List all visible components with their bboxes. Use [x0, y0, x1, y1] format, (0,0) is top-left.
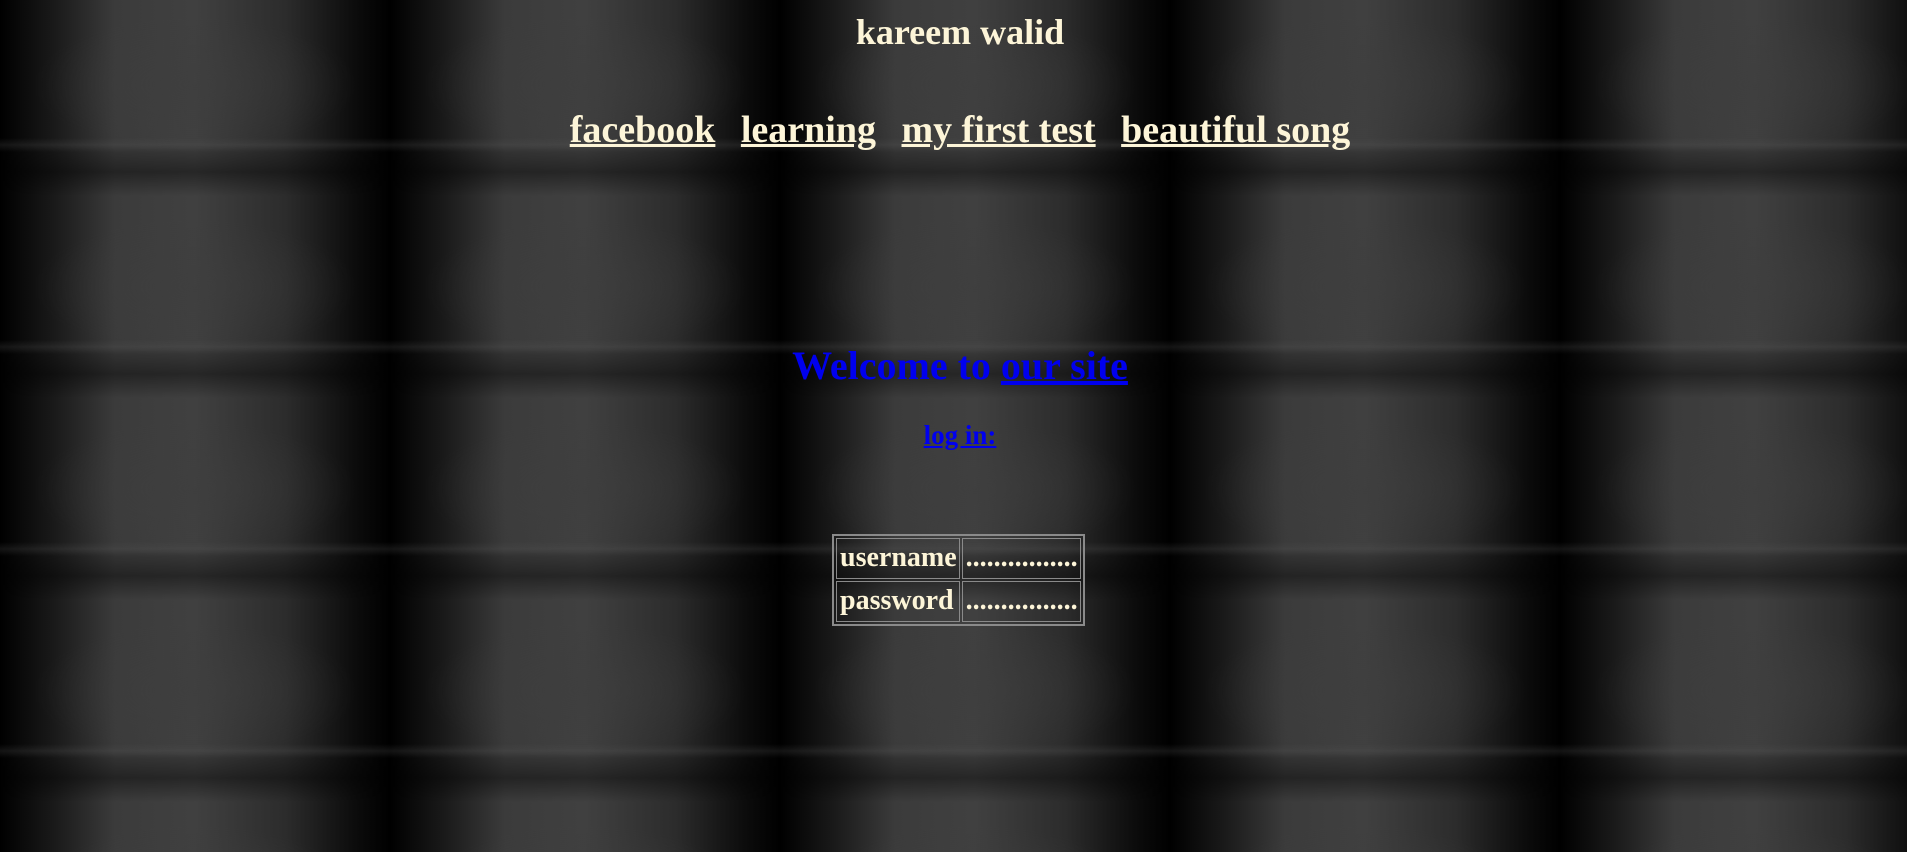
our-site-link[interactable]: our site — [1001, 343, 1128, 388]
password-label: password — [836, 581, 960, 622]
login-table: username ................ password .....… — [832, 534, 1085, 626]
welcome-heading: Welcome to our site — [0, 340, 1907, 392]
table-row: username ................ — [836, 538, 1081, 579]
nav-link-beautiful-song[interactable]: beautiful song — [1121, 109, 1350, 151]
nav-link-facebook[interactable]: facebook — [570, 109, 716, 151]
username-label: username — [836, 538, 960, 579]
site-title: kareem walid — [855, 12, 1065, 52]
welcome-text: Welcome to — [792, 343, 1001, 388]
username-field[interactable]: ................ — [961, 538, 1081, 579]
nav-link-my-first-test[interactable]: my first test — [902, 109, 1096, 151]
login-link[interactable]: log in: — [924, 420, 997, 450]
main-nav: facebook learning my first test beautifu… — [0, 105, 1907, 155]
password-field[interactable]: ................ — [961, 581, 1081, 622]
login-link-container: log in: — [0, 417, 1907, 453]
table-row: password ................ — [836, 581, 1081, 622]
nav-link-learning[interactable]: learning — [741, 109, 876, 151]
